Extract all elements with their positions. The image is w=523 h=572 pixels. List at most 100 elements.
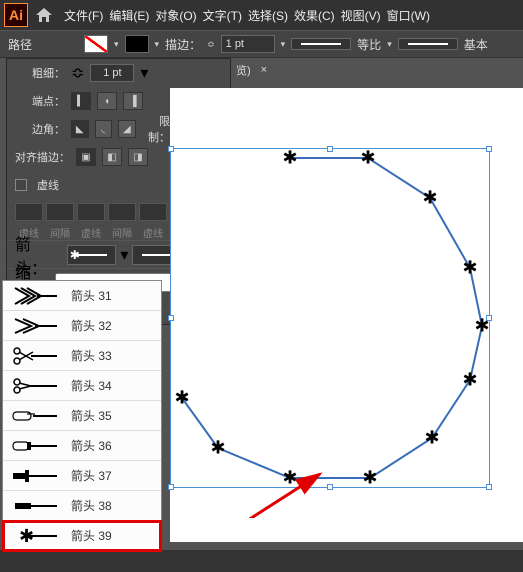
align-outside-button[interactable]: ◨ bbox=[128, 148, 148, 166]
scale-label: 等比 bbox=[357, 36, 381, 53]
arrowhead-option-label: 箭头 38 bbox=[71, 497, 112, 514]
arrowhead-preview-icon bbox=[3, 371, 65, 401]
dash-col-label: 虚线 bbox=[139, 225, 167, 240]
dash-input-1[interactable] bbox=[15, 203, 43, 221]
status-bar bbox=[0, 550, 523, 572]
fill-dropdown-icon[interactable]: ▾ bbox=[114, 39, 119, 50]
basic-label: 基本 bbox=[464, 36, 488, 53]
corner-bevel-button[interactable]: ◢ bbox=[118, 120, 136, 138]
width-profile-select[interactable] bbox=[291, 38, 351, 50]
fill-swatch[interactable] bbox=[84, 35, 108, 53]
corner-label: 边角： bbox=[15, 121, 65, 137]
weight-label: 粗细： bbox=[15, 65, 65, 81]
selected-path[interactable]: ✱✱✱✱✱✱✱✱✱✱✱ bbox=[170, 148, 490, 488]
menu-view[interactable]: 视图(V) bbox=[341, 7, 381, 24]
stroke-swatch[interactable] bbox=[125, 35, 149, 53]
document-tab[interactable]: 览) bbox=[230, 62, 257, 78]
corner-miter-button[interactable]: ◣ bbox=[71, 120, 89, 138]
asterisk-icon: ✱ bbox=[70, 248, 80, 262]
dash-input-3[interactable] bbox=[139, 203, 167, 221]
align-inside-button[interactable]: ◧ bbox=[102, 148, 122, 166]
arrowhead-option[interactable]: 箭头 34 bbox=[3, 371, 161, 401]
dashed-line-label: 虚线 bbox=[37, 177, 67, 193]
control-bar: 路径 ▾ ▾ 描边： ≎ ▾ 等比 ▾ 基本 bbox=[0, 30, 523, 58]
menu-type[interactable]: 文字(T) bbox=[203, 7, 242, 24]
dashed-line-checkbox[interactable] bbox=[15, 179, 27, 191]
weight-input[interactable] bbox=[90, 64, 134, 82]
menu-window[interactable]: 窗口(W) bbox=[387, 7, 430, 24]
asterisk-anchor-icon[interactable]: ✱ bbox=[462, 258, 477, 279]
arrowhead-preview-icon bbox=[3, 281, 65, 311]
arrowhead-option-label: 箭头 39 bbox=[71, 527, 112, 544]
asterisk-anchor-icon[interactable]: ✱ bbox=[282, 148, 297, 169]
tab-close-icon[interactable]: × bbox=[261, 64, 267, 76]
asterisk-anchor-icon[interactable]: ✱ bbox=[424, 428, 439, 449]
weight-stepper[interactable]: ≎ bbox=[71, 63, 84, 83]
arrowhead-preview-icon bbox=[3, 311, 65, 341]
arrowhead-option[interactable]: ✱ 箭头 39 bbox=[3, 521, 161, 551]
red-annotation-arrow bbox=[210, 468, 330, 518]
arrowhead-option[interactable]: 箭头 36 bbox=[3, 431, 161, 461]
menu-file[interactable]: 文件(F) bbox=[64, 7, 103, 24]
align-center-button[interactable]: ▣ bbox=[76, 148, 96, 166]
menu-edit[interactable]: 编辑(E) bbox=[109, 7, 149, 24]
menu-object[interactable]: 对象(O) bbox=[155, 7, 196, 24]
cap-butt-button[interactable]: ▍ bbox=[71, 92, 91, 110]
home-icon[interactable] bbox=[36, 8, 52, 22]
limit-label: 限制： bbox=[142, 113, 170, 145]
cap-label: 端点： bbox=[15, 93, 65, 109]
stroke-label: 描边： bbox=[165, 36, 201, 53]
arrowhead-dropdown-menu: 箭头 31 箭头 32 箭头 33 箭头 34 箭头 35 箭头 36 箭头 37 箭头 38… bbox=[2, 280, 162, 552]
arrowhead-option[interactable]: 箭头 31 bbox=[3, 281, 161, 311]
stroke-weight-dropdown-icon[interactable]: ▾ bbox=[281, 39, 286, 50]
stroke-weight-stepper[interactable]: ≎ bbox=[207, 39, 215, 50]
canvas[interactable]: ✱✱✱✱✱✱✱✱✱✱✱ bbox=[170, 88, 523, 542]
arrowhead-preview-icon bbox=[3, 431, 65, 461]
arrowhead-start-select[interactable]: ✱ bbox=[67, 245, 117, 265]
scale-dropdown-icon[interactable]: ▾ bbox=[387, 39, 392, 50]
dash-col-label: 虚线 bbox=[77, 225, 105, 240]
arrowhead-option[interactable]: 箭头 37 bbox=[3, 461, 161, 491]
arrowhead-option[interactable]: 箭头 33 bbox=[3, 341, 161, 371]
stroke-dropdown-icon[interactable]: ▾ bbox=[155, 39, 160, 50]
top-app-bar: Ai 文件(F) 编辑(E) 对象(O) 文字(T) 选择(S) 效果(C) 视… bbox=[0, 0, 523, 30]
document-tab-bar: 览) × bbox=[230, 58, 267, 82]
menu-effect[interactable]: 效果(C) bbox=[294, 7, 335, 24]
asterisk-anchor-icon[interactable]: ✱ bbox=[474, 316, 489, 337]
asterisk-anchor-icon[interactable]: ✱ bbox=[360, 148, 375, 169]
asterisk-anchor-icon[interactable]: ✱ bbox=[462, 370, 477, 391]
arrowhead-option-label: 箭头 33 bbox=[71, 347, 112, 364]
arrowhead-preview-icon bbox=[3, 461, 65, 491]
asterisk-anchor-icon[interactable]: ✱ bbox=[174, 388, 189, 409]
arrowhead-option-label: 箭头 34 bbox=[71, 377, 112, 394]
weight-dropdown-icon[interactable]: ▾ bbox=[140, 63, 148, 83]
arrowhead-preview-icon bbox=[3, 341, 65, 371]
dash-col-label: 间隔 bbox=[108, 225, 136, 240]
align-stroke-label: 对齐描边： bbox=[15, 149, 70, 165]
gap-input-2[interactable] bbox=[108, 203, 136, 221]
brush-select[interactable] bbox=[398, 38, 458, 50]
arrowhead-option[interactable]: 箭头 38 bbox=[3, 491, 161, 521]
menu-select[interactable]: 选择(S) bbox=[248, 7, 288, 24]
arrowhead-preview-icon: ✱ bbox=[3, 521, 65, 551]
app-logo: Ai bbox=[4, 3, 28, 27]
arrowhead-option[interactable]: 箭头 35 bbox=[3, 401, 161, 431]
stroke-weight-input[interactable] bbox=[221, 35, 275, 53]
arrowhead-preview-icon bbox=[3, 491, 65, 521]
selection-type-label: 路径 bbox=[8, 36, 32, 53]
dash-input-2[interactable] bbox=[77, 203, 105, 221]
asterisk-anchor-icon[interactable]: ✱ bbox=[422, 188, 437, 209]
corner-round-button[interactable]: ◟ bbox=[95, 120, 113, 138]
arrowhead-option[interactable]: 箭头 32 bbox=[3, 311, 161, 341]
asterisk-anchor-icon[interactable]: ✱ bbox=[210, 438, 225, 459]
asterisk-anchor-icon[interactable]: ✱ bbox=[362, 468, 377, 489]
arrowhead-preview-icon bbox=[3, 401, 65, 431]
cap-round-button[interactable]: ◖ bbox=[97, 92, 117, 110]
cap-projecting-button[interactable]: ▐ bbox=[123, 92, 143, 110]
gap-input-1[interactable] bbox=[46, 203, 74, 221]
arrowhead-option-label: 箭头 31 bbox=[71, 287, 112, 304]
arrowhead-option-label: 箭头 35 bbox=[71, 407, 112, 424]
arrowhead-option-label: 箭头 32 bbox=[71, 317, 112, 334]
arrowhead-option-label: 箭头 36 bbox=[71, 437, 112, 454]
arrowhead-start-dropdown-icon[interactable]: ▾ bbox=[120, 245, 128, 265]
